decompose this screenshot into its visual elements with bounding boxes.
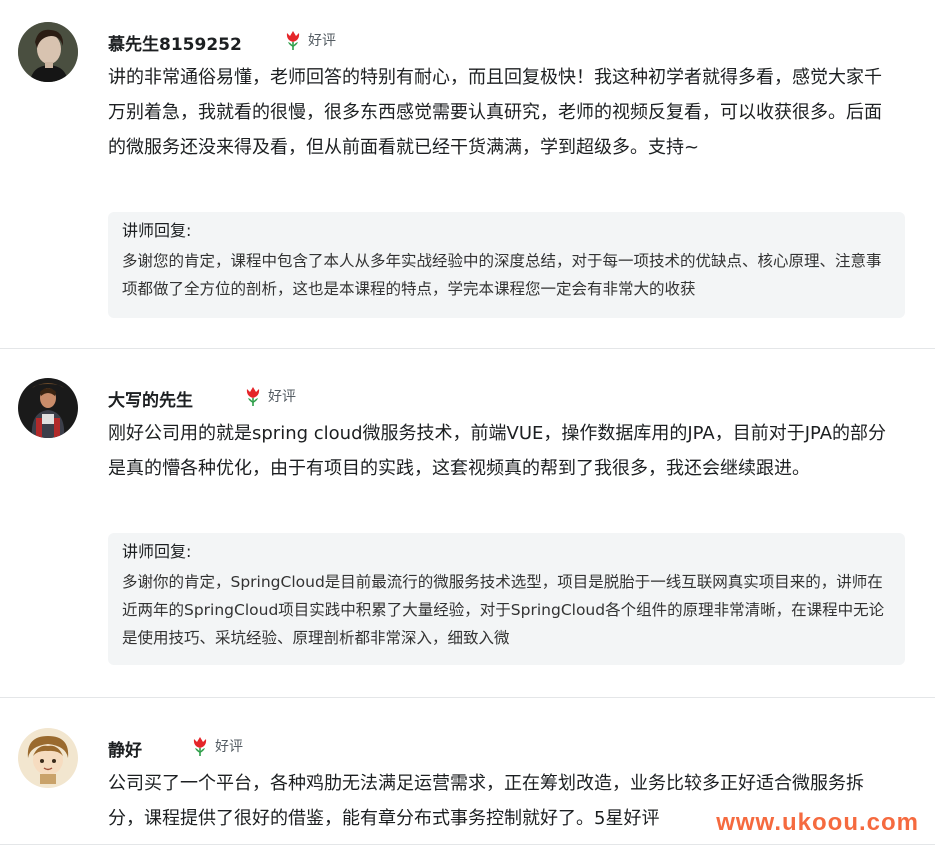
review-item: 大写的先生 好评 刚好公司用的就是spring cloud微服务技术，前端VUE… xyxy=(0,349,935,698)
rating-badge: 好评 xyxy=(283,29,336,51)
avatar[interactable] xyxy=(18,22,78,82)
reply-label: 讲师回复: xyxy=(122,542,192,561)
review-list: 慕先生8159252 好评 讲的非常通俗易懂，老师回答的特别有耐心，而且回复极快… xyxy=(0,0,935,845)
reviewer-name[interactable]: 大写的先生 xyxy=(108,386,193,411)
review-item: 慕先生8159252 好评 讲的非常通俗易懂，老师回答的特别有耐心，而且回复极快… xyxy=(0,0,935,349)
avatar[interactable] xyxy=(18,728,78,788)
reviewer-name[interactable]: 慕先生8159252 xyxy=(108,30,242,55)
reply-text: 多谢你的肯定，SpringCloud是目前最流行的微服务技术选型，项目是脱胎于一… xyxy=(122,573,885,647)
flower-icon xyxy=(193,737,207,756)
reviewer-name[interactable]: 静好 xyxy=(108,736,142,761)
teacher-reply: 讲师回复: 多谢您的肯定，课程中包含了本人从多年实战经验中的深度总结，对于每一项… xyxy=(108,212,905,318)
avatar[interactable] xyxy=(18,378,78,438)
rating-label: 好评 xyxy=(308,33,336,49)
reply-text: 多谢您的肯定，课程中包含了本人从多年实战经验中的深度总结，对于每一项技术的优缺点… xyxy=(122,252,882,298)
teacher-reply: 讲师回复: 多谢你的肯定，SpringCloud是目前最流行的微服务技术选型，项… xyxy=(108,533,905,665)
rating-label: 好评 xyxy=(215,739,243,755)
user-avatar-character-icon xyxy=(18,378,78,438)
rating-badge: 好评 xyxy=(190,735,243,757)
rating-label: 好评 xyxy=(268,389,296,405)
user-avatar-cartoon-icon xyxy=(18,728,78,788)
site-watermark: www.ukoou.com xyxy=(716,809,919,836)
user-avatar-man-portrait-icon xyxy=(18,22,78,82)
review-content: 讲的非常通俗易懂，老师回答的特别有耐心，而且回复极快！我这种初学者就得多看，感觉… xyxy=(108,67,882,158)
rating-badge: 好评 xyxy=(243,385,296,407)
flower-icon xyxy=(286,31,300,50)
review-content: 刚好公司用的就是spring cloud微服务技术，前端VUE，操作数据库用的J… xyxy=(108,423,887,479)
flower-icon xyxy=(246,387,260,406)
reply-label: 讲师回复: xyxy=(122,221,192,240)
